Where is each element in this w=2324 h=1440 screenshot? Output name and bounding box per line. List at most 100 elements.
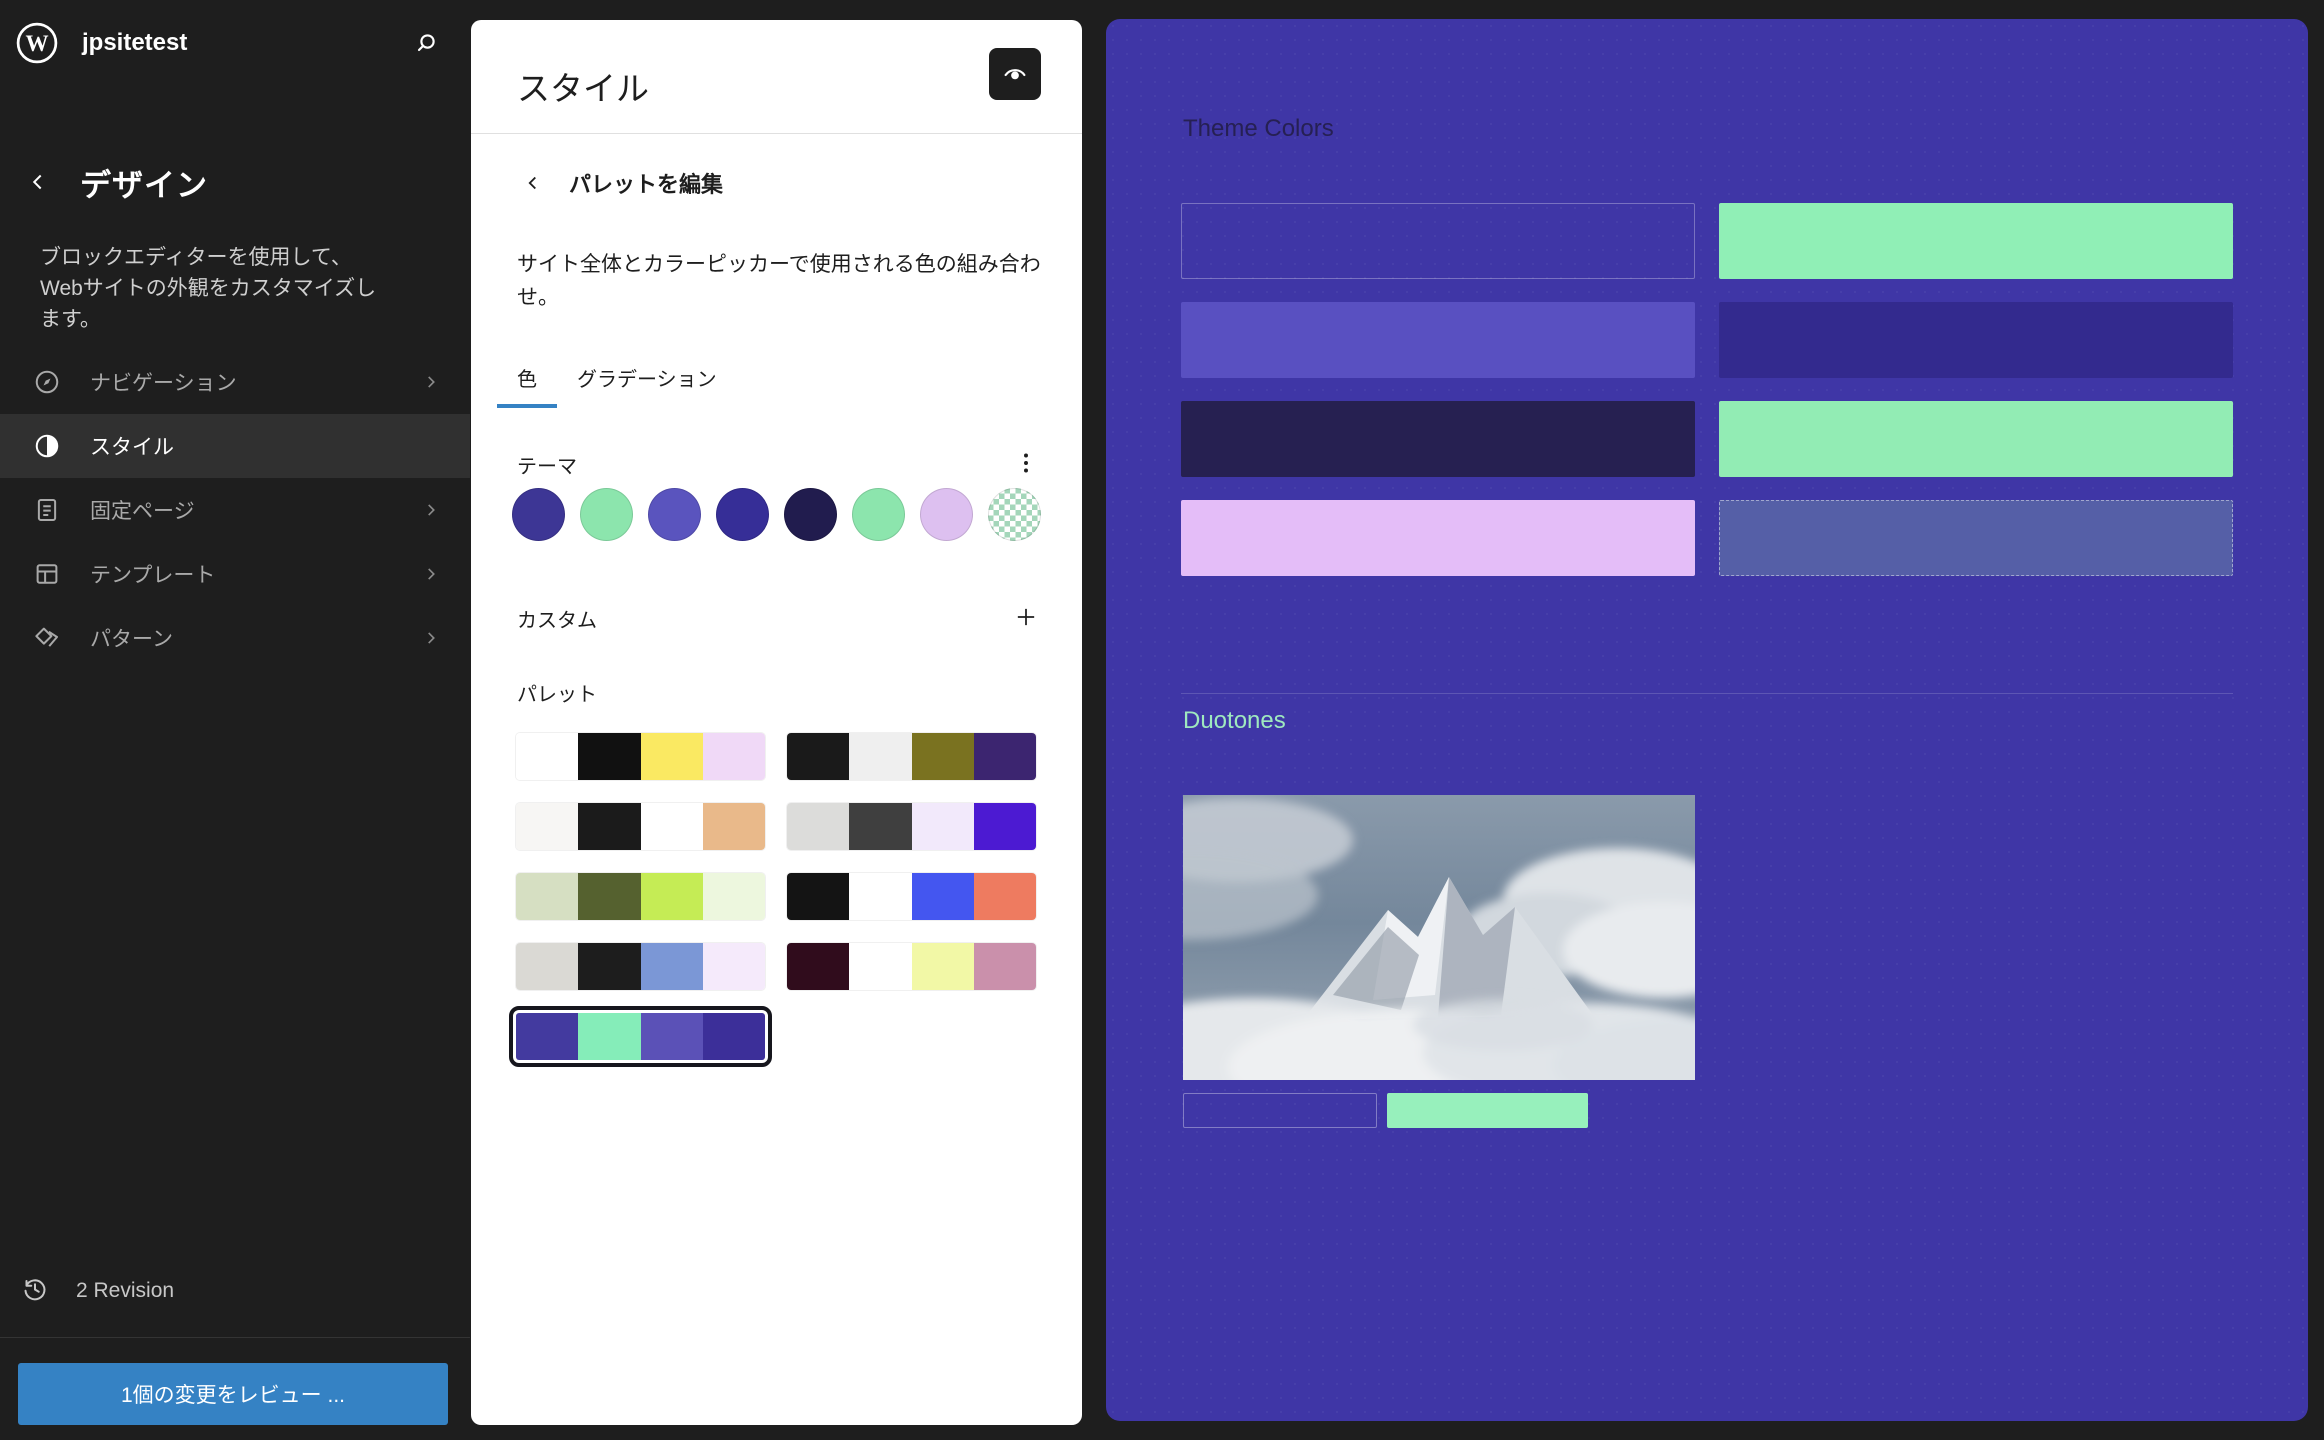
palette-cell	[516, 803, 578, 850]
sidebar-item-label: テンプレート	[90, 559, 215, 589]
palette-cell	[641, 873, 703, 920]
panel-divider	[471, 133, 1082, 134]
sidebar-divider	[0, 1337, 470, 1338]
custom-section-label: カスタム	[517, 604, 597, 633]
kebab-menu-icon	[1012, 449, 1040, 480]
search-icon[interactable]	[404, 21, 448, 65]
duotone-swatches	[1183, 1093, 1588, 1128]
palette-cell	[578, 733, 640, 780]
tab-color[interactable]: 色	[497, 350, 557, 408]
history-clock-icon	[20, 1274, 50, 1309]
page-icon	[32, 495, 62, 525]
duotone-swatch-1	[1183, 1093, 1377, 1128]
preview-color-swatch-2	[1719, 203, 2233, 279]
palette-grid	[516, 733, 1036, 1060]
sidebar-item-navigation[interactable]: ナビゲーション	[0, 350, 470, 414]
chevron-left-icon[interactable]	[515, 165, 551, 201]
palette-description: サイト全体とカラーピッカーで使用される色の組み合わせ。	[517, 248, 1041, 314]
palette-cell	[641, 733, 703, 780]
template-icon	[32, 559, 62, 589]
duotone-swatch-2	[1387, 1093, 1588, 1128]
preview-color-swatch-6	[1719, 401, 2233, 477]
palette-cell	[912, 733, 974, 780]
palette-cell	[787, 943, 849, 990]
palette-cell	[974, 873, 1036, 920]
palette-cell	[849, 873, 911, 920]
palette-cell	[849, 733, 911, 780]
revisions-row[interactable]: 2 Revision	[20, 1262, 454, 1320]
design-back-row: デザイン	[16, 152, 454, 212]
preview-color-swatch-5	[1181, 401, 1695, 477]
site-title: jpsitetest	[82, 29, 187, 57]
palette-cell	[912, 873, 974, 920]
theme-colors-grid	[1181, 203, 2324, 576]
palette-cell	[703, 733, 765, 780]
preview-color-swatch-7	[1181, 500, 1695, 576]
preview-divider	[1181, 693, 2233, 694]
palette-back-row: パレットを編集	[515, 163, 723, 203]
palette-section-label: パレット	[517, 678, 597, 707]
preview-color-swatch-8	[1719, 500, 2233, 576]
palette-cell	[641, 803, 703, 850]
sidebar-item-label: スタイル	[90, 431, 174, 461]
chevron-left-icon[interactable]	[16, 160, 60, 204]
theme-section-label: テーマ	[517, 450, 577, 479]
design-description: ブロックエディターを使用して、Webサイトの外観をカスタマイズします。	[40, 242, 392, 335]
palette-option-2[interactable]	[787, 733, 1036, 780]
palette-cell	[849, 943, 911, 990]
palette-option-8[interactable]	[787, 943, 1036, 990]
palette-cell	[516, 733, 578, 780]
palette-option-7[interactable]	[516, 943, 765, 990]
sidebar-item-pages[interactable]: 固定ページ	[0, 478, 470, 542]
chevron-right-icon	[420, 563, 442, 585]
preview-color-swatch-4	[1719, 302, 2233, 378]
review-changes-button[interactable]: 1個の変更をレビュー ...	[18, 1363, 448, 1425]
sidebar: W jpsitetest デザイン ブロックエディターを使用して、Webサイトの…	[0, 0, 470, 1440]
theme-color-swatch-1[interactable]	[512, 488, 565, 541]
palette-cell	[516, 873, 578, 920]
duotone-preview-image	[1183, 795, 1695, 1080]
style-preview-canvas: Theme Colors Duotones	[1106, 19, 2308, 1421]
theme-color-swatch-8[interactable]	[988, 488, 1041, 541]
palette-cell	[578, 943, 640, 990]
palette-cell	[703, 873, 765, 920]
theme-color-swatch-4[interactable]	[716, 488, 769, 541]
palette-cell	[787, 873, 849, 920]
theme-color-swatch-5[interactable]	[784, 488, 837, 541]
sidebar-item-label: ナビゲーション	[90, 367, 237, 397]
palette-cell	[974, 803, 1036, 850]
palette-option-9-selected[interactable]	[509, 1006, 772, 1067]
sidebar-item-label: 固定ページ	[90, 495, 195, 525]
theme-color-swatch-3[interactable]	[648, 488, 701, 541]
custom-section-header: カスタム	[517, 598, 1046, 638]
mountain-photo-illustration	[1183, 795, 1695, 1080]
palette-option-4[interactable]	[787, 803, 1036, 850]
design-title: デザイン	[80, 160, 208, 205]
palette-cell	[703, 943, 765, 990]
palette-cell	[516, 943, 578, 990]
palette-option-3[interactable]	[516, 803, 765, 850]
styles-icon	[32, 431, 62, 461]
sidebar-item-styles[interactable]: スタイル	[0, 414, 470, 478]
tab-gradient[interactable]: グラデーション	[557, 350, 737, 408]
theme-color-swatch-6[interactable]	[852, 488, 905, 541]
palette-option-1[interactable]	[516, 733, 765, 780]
theme-color-swatch-2[interactable]	[580, 488, 633, 541]
palette-cell	[641, 1013, 703, 1060]
palette-option-6[interactable]	[787, 873, 1036, 920]
theme-color-swatch-7[interactable]	[920, 488, 973, 541]
sidebar-nav: ナビゲーションスタイル固定ページテンプレートパターン	[0, 350, 470, 670]
wordpress-logo-icon[interactable]: W	[16, 22, 58, 64]
chevron-right-icon	[420, 371, 442, 393]
sidebar-item-patterns[interactable]: パターン	[0, 606, 470, 670]
palette-option-5[interactable]	[516, 873, 765, 920]
theme-options-button[interactable]	[1006, 444, 1046, 484]
add-custom-color-button[interactable]	[1006, 598, 1046, 638]
style-book-button[interactable]	[989, 48, 1041, 100]
sidebar-item-templates[interactable]: テンプレート	[0, 542, 470, 606]
palette-cell	[787, 803, 849, 850]
palette-tabs: 色グラデーション	[497, 350, 737, 408]
styles-panel: スタイル パレットを編集 サイト全体とカラーピッカーで使用される色の組み合わせ。…	[471, 20, 1082, 1425]
duotones-heading: Duotones	[1183, 707, 1286, 735]
theme-color-swatches	[512, 488, 1041, 541]
